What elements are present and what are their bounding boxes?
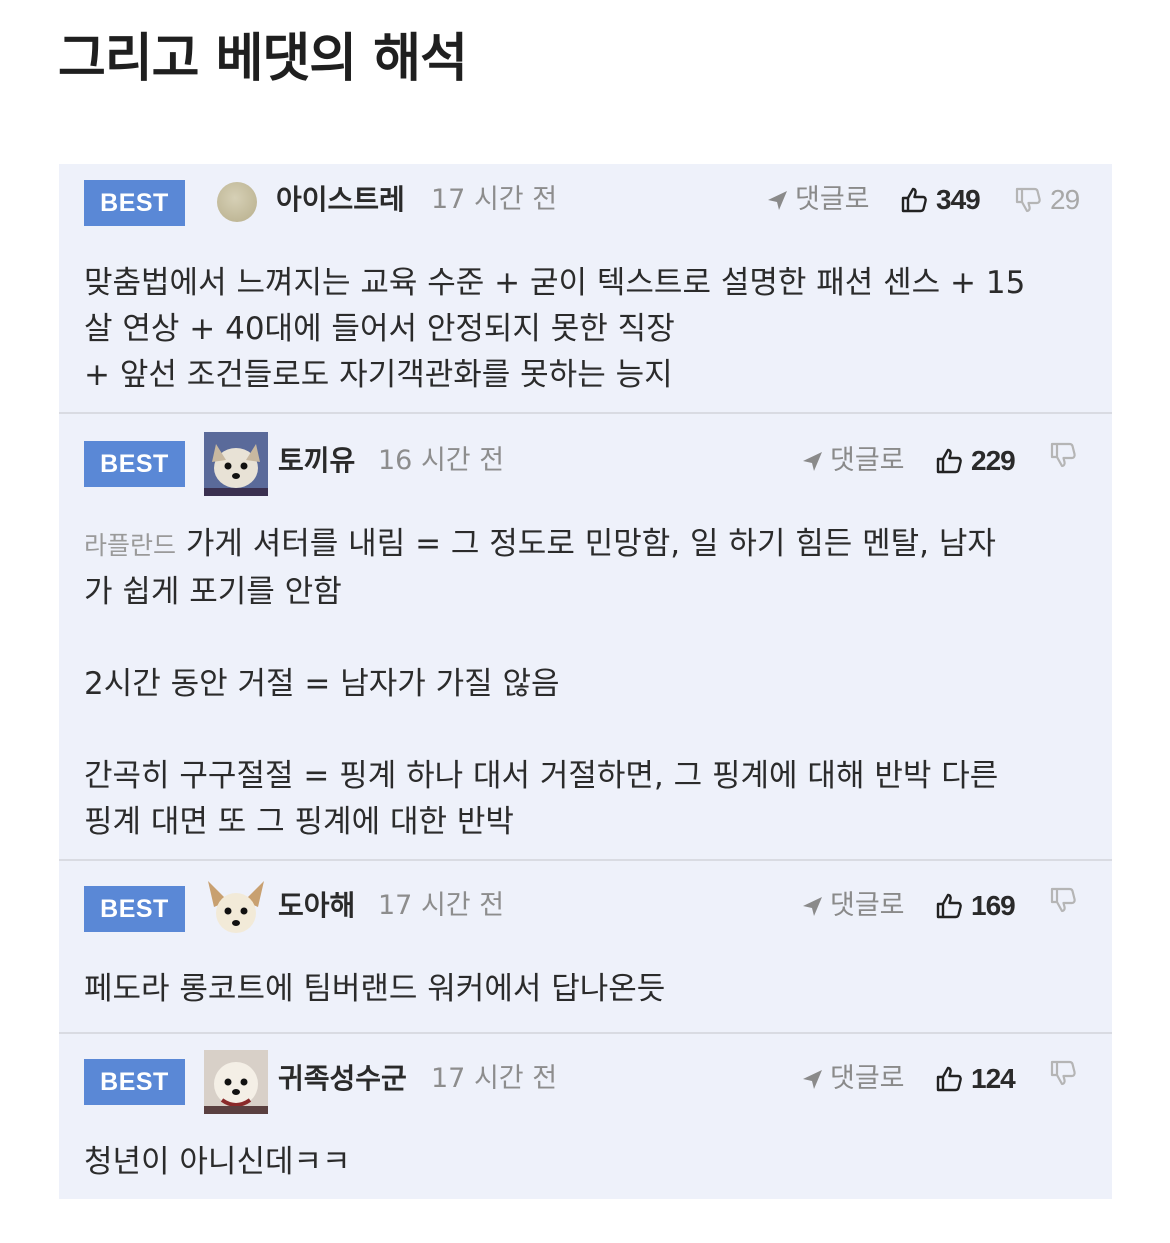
- thumbs-down-icon: [1050, 442, 1076, 468]
- like-count: 349: [936, 184, 981, 215]
- comment-line: 가 쉽게 포기를 안함: [84, 574, 342, 610]
- like-button[interactable]: 124: [935, 1059, 1016, 1099]
- like-count: 169: [971, 890, 1016, 921]
- thumbs-down-icon: [1050, 887, 1076, 913]
- reply-label: 댓글로: [830, 1063, 905, 1094]
- reply-button[interactable]: 댓글로: [800, 886, 905, 926]
- plain-circle-avatar[interactable]: [217, 182, 257, 222]
- thumbs-up-icon: [936, 448, 962, 474]
- like-button[interactable]: 169: [935, 886, 1016, 926]
- comment-meta: BEST 아이스트레 17 시간 전 댓글로 349 29: [59, 164, 1112, 239]
- like-count: 229: [971, 445, 1016, 476]
- best-comments-list: BEST 아이스트레 17 시간 전 댓글로 349 29 맞춤법에서 느껴지는…: [59, 164, 1112, 1199]
- comment-timestamp: 16 시간 전: [378, 445, 505, 476]
- dislike-button[interactable]: [1049, 441, 1085, 469]
- dislike-button[interactable]: [1049, 886, 1085, 914]
- chihuahua-avatar[interactable]: [204, 877, 268, 941]
- comment-item: BEST 아이스트레 17 시간 전 댓글로 349 29 맞춤법에서 느껴지는…: [59, 164, 1112, 414]
- reply-button[interactable]: 댓글로: [800, 1059, 905, 1099]
- comment-body: 맞춤법에서 느껴지는 교육 수준 + 굳이 텍스트로 설명한 패션 센스 + 1…: [84, 260, 1082, 398]
- reply-arrow-icon: [803, 1070, 822, 1089]
- thumbs-up-icon: [936, 893, 962, 919]
- comment-meta: BEST 토끼유 16 시간 전 댓글로 229: [59, 414, 1112, 496]
- dislike-button[interactable]: [1049, 1059, 1085, 1087]
- comment-meta: BEST 도아해 17 시간 전 댓글로 169: [59, 861, 1112, 941]
- reply-label: 댓글로: [830, 890, 905, 921]
- best-badge: BEST: [84, 180, 185, 226]
- comment-timestamp: 17 시간 전: [431, 1063, 558, 1094]
- thumbs-up-icon: [936, 1066, 962, 1092]
- thumbs-up-icon: [901, 187, 927, 213]
- reply-button[interactable]: 댓글로: [765, 180, 870, 220]
- comment-line: 2시간 동안 거절 = 남자가 가질 않음: [84, 666, 560, 702]
- reply-arrow-icon: [803, 452, 822, 471]
- like-count: 124: [971, 1063, 1016, 1094]
- comment-username[interactable]: 토끼유: [278, 441, 355, 481]
- comment-username[interactable]: 아이스트레: [276, 180, 405, 220]
- comment-line: 간곡히 구구절절 = 핑계 하나 대서 거절하면, 그 핑계에 대해 반박 다른: [84, 758, 999, 794]
- reply-arrow-icon: [768, 191, 787, 210]
- page-title: 그리고 베댓의 해석: [58, 29, 468, 89]
- comment-username[interactable]: 도아해: [278, 886, 355, 926]
- best-badge: BEST: [84, 1059, 185, 1105]
- thumbs-down-icon: [1015, 187, 1041, 213]
- comment-item: BEST 귀족성수군 17 시간 전 댓글로 124 청년이 아니신데ㅋㅋ: [59, 1034, 1112, 1199]
- comment-body: 청년이 아니신데ㅋㅋ: [84, 1139, 1082, 1185]
- comment-line: 맞춤법에서 느껴지는 교육 수준 + 굳이 텍스트로 설명한 패션 센스 + 1…: [84, 265, 1026, 301]
- comment-body: 라플란드 가게 셔터를 내림 = 그 정도로 민망함, 일 하기 힘든 멘탈, …: [84, 521, 1082, 845]
- like-button[interactable]: 229: [935, 441, 1016, 481]
- comment-line: 페도라 롱코트에 팀버랜드 워커에서 답나온듯: [84, 971, 666, 1007]
- dislike-count: 29: [1050, 184, 1080, 215]
- comment-line: 핑계 대면 또 그 핑계에 대한 반박: [84, 804, 514, 840]
- comment-line: 청년이 아니신데ㅋㅋ: [84, 1144, 351, 1180]
- comment-line: 살 연상 + 40대에 들어서 안정되지 못한 직장: [84, 311, 675, 347]
- reply-label: 댓글로: [830, 445, 905, 476]
- reply-arrow-icon: [803, 897, 822, 916]
- thumbs-down-icon: [1050, 1060, 1076, 1086]
- comment-item: BEST 토끼유 16 시간 전 댓글로 229 라플란드 가게 셔터를 내림 …: [59, 414, 1112, 861]
- best-badge: BEST: [84, 441, 185, 487]
- mention-username[interactable]: 라플란드: [84, 531, 176, 560]
- comment-item: BEST 도아해 17 시간 전 댓글로 169 페도라 롱코트에 팀버랜드 워…: [59, 861, 1112, 1034]
- comment-line: 라플란드 가게 셔터를 내림 = 그 정도로 민망함, 일 하기 힘든 멘탈, …: [84, 521, 1082, 569]
- comment-timestamp: 17 시간 전: [378, 890, 505, 921]
- comment-meta: BEST 귀족성수군 17 시간 전 댓글로 124: [59, 1034, 1112, 1114]
- comment-timestamp: 17 시간 전: [431, 184, 558, 215]
- like-button[interactable]: 349: [900, 180, 981, 220]
- dog-avatar[interactable]: [204, 1050, 268, 1114]
- reply-button[interactable]: 댓글로: [800, 441, 905, 481]
- best-badge: BEST: [84, 886, 185, 932]
- dislike-button[interactable]: 29: [1014, 180, 1080, 220]
- reply-label: 댓글로: [795, 184, 870, 215]
- comment-username[interactable]: 귀족성수군: [278, 1059, 407, 1099]
- comment-line: + 앞선 조건들로도 자기객관화를 못하는 능지: [84, 357, 673, 393]
- comment-body: 페도라 롱코트에 팀버랜드 워커에서 답나온듯: [84, 966, 1082, 1012]
- comment-line-text: 가게 셔터를 내림 = 그 정도로 민망함, 일 하기 힘든 멘탈, 남자: [185, 526, 996, 562]
- dog-avatar[interactable]: [204, 432, 268, 496]
